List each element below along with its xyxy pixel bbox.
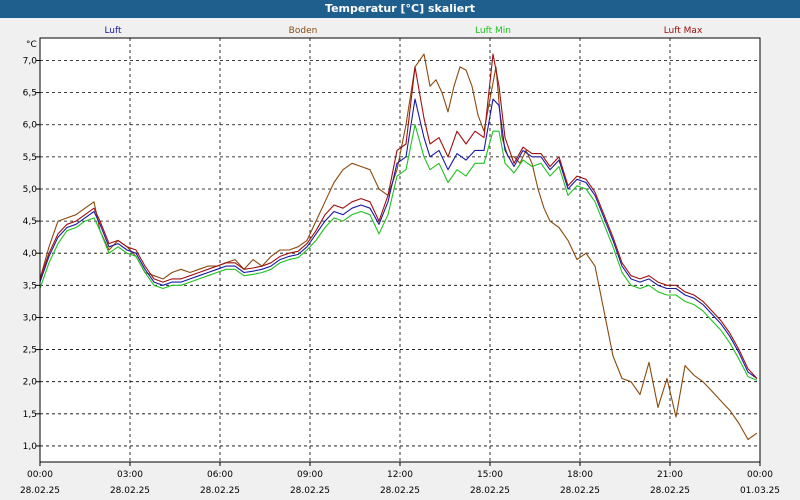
y-tick-label: 7,0 [23,56,38,66]
y-tick-label: 2,5 [23,346,37,356]
legend-item-luft-max: Luft Max [664,26,703,36]
y-axis-label: °C [26,40,37,50]
y-tick-label: 3,0 [23,313,38,323]
x-tick-date-label: 28.02.25 [200,486,240,496]
x-tick-date-label: 01.03.25 [740,486,780,496]
x-tick-date-label: 28.02.25 [650,486,690,496]
x-tick-time-label: 00:00 [747,470,773,480]
x-tick-date-label: 28.02.25 [20,486,60,496]
x-tick-time-label: 09:00 [297,470,323,480]
legend-item-boden: Boden [289,26,318,36]
y-tick-label: 4,0 [23,249,38,259]
x-tick-time-label: 00:00 [27,470,53,480]
x-tick-date-label: 28.02.25 [560,486,600,496]
legend-item-luft-min: Luft Min [475,26,511,36]
x-tick-time-label: 21:00 [657,470,683,480]
x-tick-date-label: 28.02.25 [470,486,510,496]
x-tick-time-label: 18:00 [567,470,593,480]
y-tick-label: 1,5 [23,410,37,420]
y-tick-label: 3,5 [23,281,37,291]
x-tick-time-label: 15:00 [477,470,503,480]
x-tick-time-label: 03:00 [117,470,143,480]
y-tick-label: 6,5 [23,89,37,99]
chart-canvas: 1,01,52,02,53,03,54,04,55,05,56,06,57,0 … [20,26,780,496]
x-axis: 00:00 28.02.25 03:00 28.02.25 06:00 28.02.25 0… [20,462,780,496]
y-tick-label: 5,5 [23,153,37,163]
y-tick-label: 6,0 [23,121,38,131]
y-axis: 1,0 1,5 2,0 2,5 3,0 3,5 4,0 4,5 5,0 5,5 6,0 6,5 7,0 [23,56,40,452]
x-tick-time-label: 06:00 [207,470,233,480]
x-tick-date-label: 28.02.25 [380,486,420,496]
x-tick-date-label: 28.02.25 [290,486,330,496]
y-tick-label: 2,0 [23,378,38,388]
y-tick-label: 1,0 [23,442,38,452]
y-tick-label: 5,0 [23,185,38,195]
legend: Luft Boden Luft Min Luft Max [104,26,703,36]
x-tick-date-label: 28.02.25 [110,486,150,496]
y-tick-label: 4,5 [23,217,37,227]
legend-item-luft: Luft [104,26,122,36]
x-tick-time-label: 12:00 [387,470,413,480]
